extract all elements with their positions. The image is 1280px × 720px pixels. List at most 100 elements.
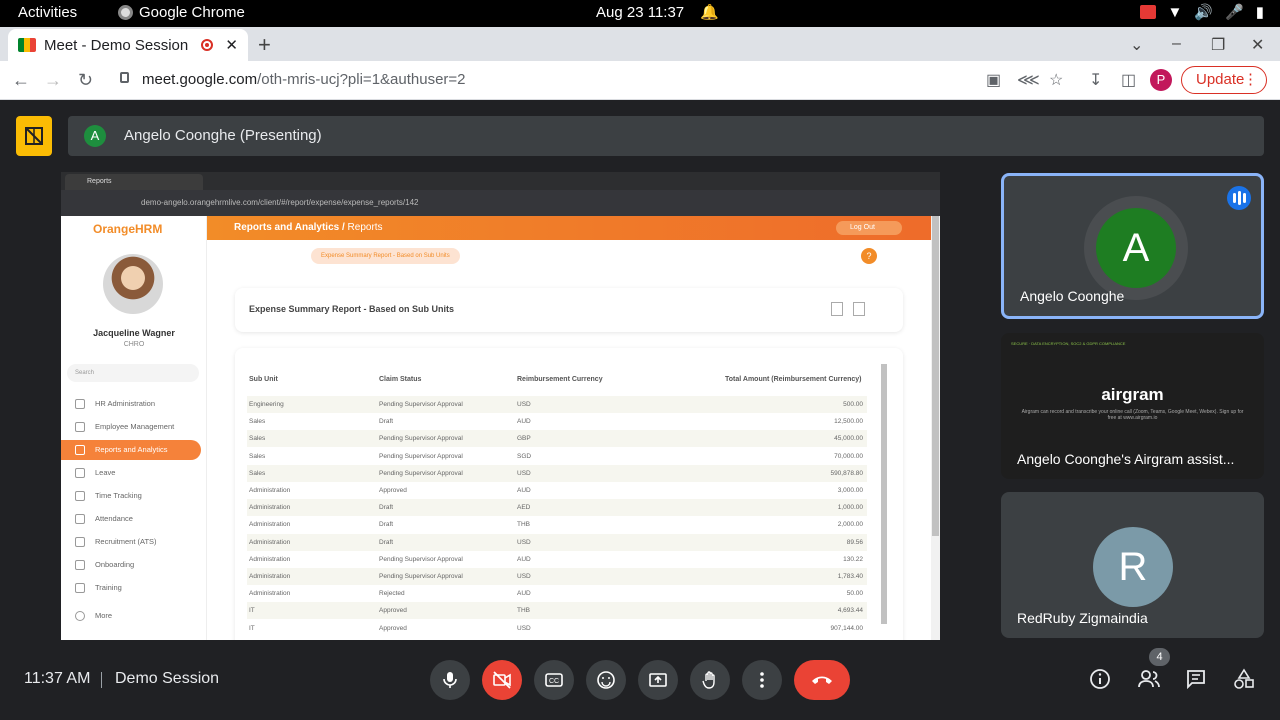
new-tab-button[interactable]: + (258, 32, 271, 58)
shared-search: Search (67, 364, 199, 382)
cell-claim-status: Approved (379, 607, 407, 615)
cell-sub-unit: Administration (249, 573, 291, 580)
close-window-button[interactable]: ✕ (1251, 35, 1264, 55)
cell-claim-status: Pending Supervisor Approval (379, 469, 463, 477)
bell-icon: 🔔 (700, 4, 719, 21)
emoji-icon (597, 671, 615, 689)
cell-amount: 89.56 (846, 538, 863, 546)
reactions-button[interactable] (586, 660, 626, 700)
table-row: Administration Approved AUD 3,000.00 (247, 482, 867, 499)
participant-avatar: R (1093, 527, 1173, 607)
cell-currency: THB (517, 607, 530, 615)
menu-attendance: Attendance (61, 509, 207, 529)
cell-claim-status: Pending Supervisor Approval (379, 555, 463, 563)
meeting-name: Demo Session (115, 670, 220, 687)
cell-currency: AUD (517, 555, 531, 563)
download-icon[interactable]: ↧ (1089, 70, 1102, 90)
microphone-button[interactable] (430, 660, 470, 700)
table-row: Administration Pending Supervisor Approva… (247, 550, 867, 568)
cell-claim-status: Draft (379, 504, 394, 512)
cell-claim-status: Pending Supervisor Approval (379, 573, 463, 580)
cell-claim-status: Rejected (379, 590, 405, 598)
pdf-icon (831, 302, 843, 316)
present-button[interactable] (638, 660, 678, 700)
close-tab-icon[interactable]: ✕ (225, 36, 238, 54)
captions-button[interactable]: CC (534, 660, 574, 700)
app-menu[interactable]: Google Chrome (118, 4, 245, 21)
meet-icon (18, 38, 36, 52)
url-text[interactable]: meet.google.com/oth-mris-ucj?pli=1&authu… (142, 71, 466, 88)
cell-amount: 45,000.00 (834, 435, 863, 443)
cell-claim-status: Draft (379, 418, 394, 426)
shapes-icon (1234, 668, 1254, 689)
participant-name: Angelo Coonghe's Airgram assist... (1017, 451, 1235, 467)
system-tray[interactable]: ▼ 🔊 🎤 ▮ (1139, 3, 1264, 21)
mic-icon (443, 672, 457, 688)
report-title: Expense Summary Report - Based on Sub Un… (249, 304, 455, 314)
meeting-info-button[interactable] (1089, 668, 1111, 695)
back-icon[interactable]: ← (12, 70, 30, 91)
menu-time-tracking: Time Tracking (61, 486, 207, 506)
tab-meet[interactable]: Meet - Demo Session ✕ (8, 29, 248, 61)
forward-icon[interactable]: → (44, 70, 62, 91)
lock-icon[interactable] (120, 72, 129, 83)
cell-amount: 3,000.00 (837, 487, 863, 494)
camera-icon[interactable]: ▣ (986, 70, 1001, 90)
presenter-avatar: A (84, 125, 106, 147)
cell-currency: SGD (517, 452, 532, 460)
cell-amount: 2,000.00 (837, 521, 863, 529)
grid-off-icon (25, 127, 43, 145)
chat-button[interactable] (1185, 668, 1207, 695)
cell-amount: 1,000.00 (837, 504, 863, 512)
leave-call-button[interactable] (794, 660, 850, 700)
airgram-banner: SECURE · DATA ENCRYPTION, SOC2 & GDPR CO… (1011, 341, 1126, 346)
divider (101, 672, 102, 688)
tab-search-icon[interactable]: ⌄ (1130, 35, 1143, 55)
update-button[interactable]: Update ⋮ (1181, 66, 1267, 94)
minimize-button[interactable]: – (1172, 35, 1181, 53)
help-icon: ? (861, 248, 877, 264)
table-row: Administration Draft USD 89.56 (247, 533, 867, 551)
raise-hand-button[interactable] (690, 660, 730, 700)
captions-icon: CC (545, 673, 563, 687)
participant-tile-airgram[interactable]: SECURE · DATA ENCRYPTION, SOC2 & GDPR CO… (1001, 333, 1264, 479)
profile-avatar[interactable]: P (1150, 69, 1172, 91)
cell-sub-unit: Sales (249, 469, 266, 477)
system-clock[interactable]: Aug 23 11:37 (596, 4, 684, 21)
address-bar[interactable]: meet.google.com/oth-mris-ucj?pli=1&authu… (108, 66, 1138, 94)
cell-claim-status: Pending Supervisor Approval (379, 452, 463, 460)
meeting-time: 11:37 AM (24, 670, 91, 687)
activities-panel-button[interactable] (1233, 668, 1255, 695)
restore-button[interactable]: ❐ (1211, 35, 1225, 55)
app-name: Google Chrome (139, 4, 245, 21)
people-button[interactable] (1137, 668, 1161, 695)
more-options-button[interactable] (742, 660, 782, 700)
cell-currency: USD (517, 401, 531, 408)
cell-sub-unit: Sales (249, 418, 266, 426)
table-row: Sales Pending Supervisor Approval SGD 70,00… (247, 447, 867, 465)
table-row: Administration Draft THB 2,000.00 (247, 516, 867, 534)
presenter-label: Angelo Coonghe (Presenting) (124, 127, 322, 144)
page-scrollbar (931, 216, 940, 640)
unpin-presentation-button[interactable] (16, 116, 52, 156)
orangehrm-logo: OrangeHRM (93, 222, 163, 236)
camera-button[interactable] (482, 660, 522, 700)
star-icon[interactable]: ☆ (1049, 70, 1063, 90)
activities-button[interactable]: Activities (18, 4, 77, 21)
share-icon[interactable]: ⋘ (1017, 70, 1040, 90)
people-icon (1138, 670, 1160, 688)
reload-icon[interactable]: ↻ (78, 70, 93, 91)
cell-currency: THB (517, 521, 530, 529)
tab-title: Meet - Demo Session (44, 36, 189, 54)
table-row: Administration Draft AED 1,000.00 (247, 499, 867, 517)
cell-amount: 590,878.80 (830, 469, 863, 477)
more-vert-icon (760, 672, 764, 688)
cell-amount: 500.00 (843, 401, 863, 408)
table-row: Sales Pending Supervisor Approval USD 590,8… (247, 464, 867, 482)
cell-amount: 12,500.00 (834, 418, 863, 426)
user-role: CHRO (123, 341, 145, 348)
cell-currency: GBP (517, 435, 531, 443)
participant-tile-redruby[interactable]: R RedRuby Zigmaindia (1001, 492, 1264, 638)
side-panel-icon[interactable]: ◫ (1121, 70, 1136, 90)
participant-tile-angelo[interactable]: A Angelo Coonghe (1001, 173, 1264, 319)
